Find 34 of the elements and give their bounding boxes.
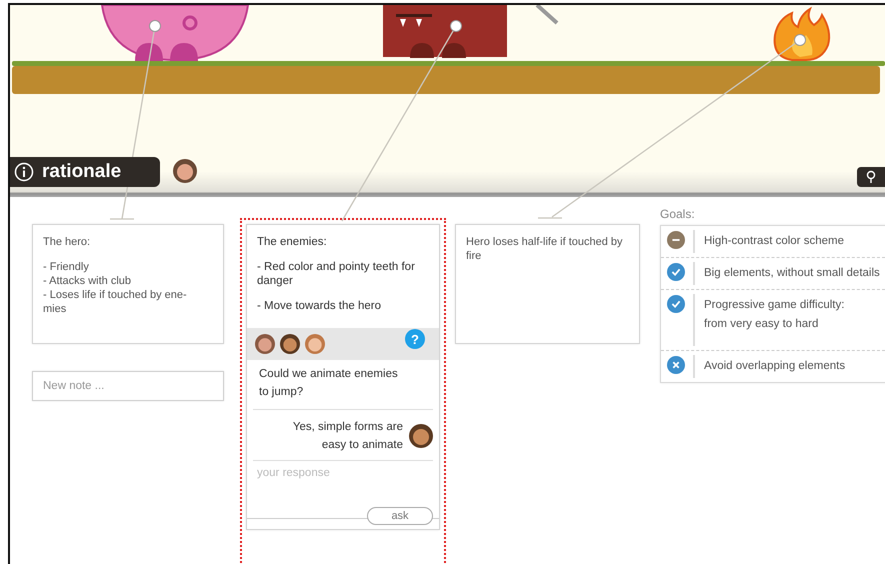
pin-icon bbox=[864, 170, 878, 184]
fire-drawing bbox=[774, 8, 830, 61]
note-text: - Move towards the hero bbox=[257, 299, 382, 313]
goal-text: Avoid overlapping elements bbox=[693, 355, 846, 378]
minus-icon[interactable] bbox=[667, 231, 685, 249]
rationale-tab[interactable]: rationale bbox=[10, 157, 160, 187]
note-text: - Red color and pointy teeth for danger bbox=[257, 260, 416, 288]
note-text: The hero: bbox=[43, 235, 92, 249]
info-icon bbox=[14, 162, 34, 182]
avatar-icon[interactable] bbox=[173, 159, 197, 183]
avatar-icon bbox=[280, 334, 300, 354]
note-card[interactable]: Hero loses half-life if touched by fire bbox=[455, 224, 640, 344]
note-card[interactable]: The enemies: - Red color and pointy teeth for danger - Move towards the hero ? Could we animate enemies to jump? Yes, simple forms are easy to animate your response ask bbox=[246, 224, 440, 530]
note-card[interactable]: The hero: - Friendly - Attacks with club - Loses life if touched by ene- mies bbox=[32, 224, 224, 344]
avatar-icon bbox=[255, 334, 275, 354]
check-icon[interactable] bbox=[667, 295, 685, 313]
goal-text: Progressive game difficulty: from very easy to hard bbox=[693, 294, 844, 346]
new-note-field[interactable]: New note ... bbox=[32, 371, 224, 401]
avatar-icon bbox=[305, 334, 325, 354]
avatar-icon bbox=[409, 424, 433, 448]
goal-text: High-contrast color scheme bbox=[693, 230, 844, 253]
ask-button[interactable]: ask bbox=[367, 507, 433, 525]
note-text: - Friendly - Attacks with club - Loses life if touched by ene- mies bbox=[43, 260, 188, 316]
comment-text: Yes, simple forms are easy to animate bbox=[292, 420, 403, 453]
tab-label: rationale bbox=[42, 161, 122, 183]
note-text: The enemies: bbox=[257, 235, 328, 249]
note-text: Hero loses half-life if touched by fire bbox=[466, 235, 624, 263]
goals-heading: Goals: bbox=[660, 207, 696, 221]
comment-text: Could we animate enemies to jump? bbox=[253, 360, 433, 410]
check-icon[interactable] bbox=[667, 263, 685, 281]
goal-text: Big elements, without small details bbox=[693, 262, 880, 285]
stick-drawing bbox=[536, 5, 558, 24]
pin-button[interactable] bbox=[857, 167, 885, 187]
cross-icon[interactable] bbox=[667, 356, 685, 374]
